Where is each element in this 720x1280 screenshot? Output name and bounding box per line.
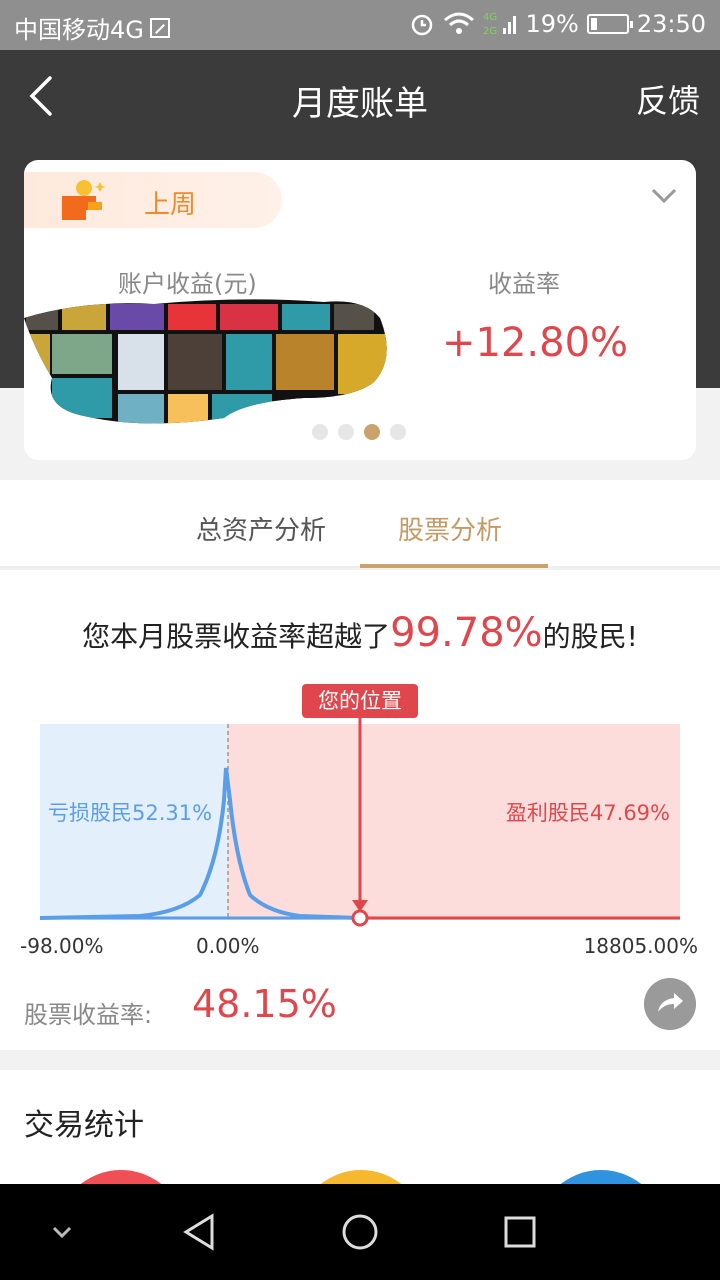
loss-share-label: 亏损股民52.31% (48, 801, 212, 825)
gift-icon (62, 180, 106, 220)
status-bar: 中国移动4G 4G 2G 19% 23:50 (0, 0, 720, 50)
position-marker-dot (351, 909, 369, 927)
system-nav-bar (0, 1184, 720, 1280)
period-selector[interactable]: 上周 (24, 172, 282, 228)
feedback-button[interactable]: 反馈 (636, 76, 700, 122)
svg-text:2G: 2G (483, 26, 497, 37)
title-bar: 月度账单 反馈 (0, 50, 720, 144)
x-tick-zero: 0.00% (196, 934, 260, 958)
carrier-label: 中国移动4G (14, 16, 144, 44)
position-label: 您的位置 (318, 689, 402, 713)
trade-stat-circle (56, 1170, 186, 1184)
pager-dot[interactable] (312, 424, 328, 440)
trade-statistics-section: 交易统计 (0, 1070, 720, 1184)
pager-dot[interactable] (338, 424, 354, 440)
tab-total-assets[interactable]: 总资产分析 (196, 510, 326, 547)
chevron-down-icon[interactable] (650, 186, 678, 206)
headline-prefix: 您本月股票收益率超越了 (82, 620, 391, 653)
profit-share-label: 盈利股民47.69% (506, 801, 670, 825)
x-tick-max: 18805.00% (583, 934, 698, 958)
trade-stat-circle (296, 1170, 426, 1184)
wifi-icon (444, 12, 475, 34)
pager-dots (312, 424, 406, 440)
svg-text:4G: 4G (483, 12, 497, 23)
signal-icon: 4G 2G (483, 12, 517, 37)
pager-dot[interactable] (364, 424, 380, 440)
home-circle-icon[interactable] (338, 1210, 382, 1254)
tab-stock-analysis[interactable]: 股票分析 (398, 510, 502, 547)
pager-dot[interactable] (390, 424, 406, 440)
trade-stat-circle (536, 1170, 666, 1184)
analysis-tabs: 总资产分析 股票分析 (0, 480, 720, 568)
stock-analysis-section: 您本月股票收益率超越了99.78%的股民! 您的位置 亏损股民52.31% 盈利… (0, 570, 720, 1050)
redacted-income-value (24, 299, 387, 424)
summary-card: 上周 账户收益(元) 收益率 +12.80% (24, 160, 696, 460)
income-label: 账户收益(元) (118, 270, 257, 298)
rate-label: 收益率 (488, 270, 560, 298)
trade-title: 交易统计 (24, 1108, 144, 1143)
back-icon[interactable] (22, 74, 66, 118)
back-triangle-icon[interactable] (178, 1210, 222, 1254)
chevron-down-icon[interactable] (40, 1210, 84, 1254)
active-tab-indicator (360, 564, 548, 568)
clock: 23:50 (636, 10, 706, 38)
stock-rate-label: 股票收益率: (24, 1001, 153, 1029)
battery-percent: 19% (525, 10, 579, 38)
alarm-icon (412, 14, 433, 36)
headline-percent: 99.78% (390, 610, 543, 656)
ranking-headline: 您本月股票收益率超越了99.78%的股民! (0, 610, 720, 656)
period-label: 上周 (144, 190, 197, 220)
image-icon (149, 17, 170, 38)
rate-value: +12.80% (442, 320, 629, 366)
share-icon[interactable] (644, 978, 696, 1030)
headline-suffix: 的股民! (542, 620, 638, 653)
battery-icon (586, 14, 633, 34)
recents-square-icon[interactable] (498, 1210, 542, 1254)
stock-rate-value: 48.15% (192, 982, 337, 1026)
x-tick-min: -98.00% (20, 934, 104, 958)
page-title: 月度账单 (292, 84, 428, 124)
